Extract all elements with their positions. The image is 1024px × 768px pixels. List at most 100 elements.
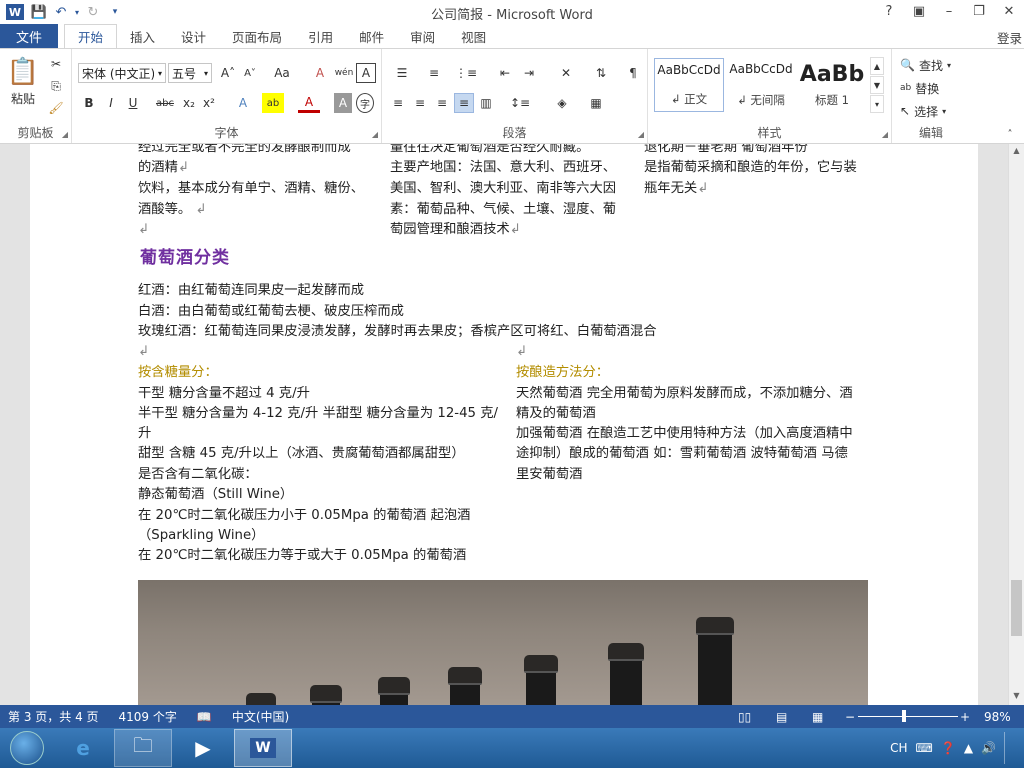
close-icon[interactable]: ✕ — [994, 0, 1024, 22]
align-left-icon[interactable]: ≡ — [388, 93, 408, 113]
sort-icon[interactable]: ⇅ — [590, 63, 612, 83]
styles-scroll-up-icon[interactable]: ▲ — [870, 57, 884, 75]
format-painter-icon[interactable]: 🖌 — [46, 99, 66, 117]
tab-file[interactable]: 文件 — [0, 24, 58, 48]
tab-insert[interactable]: 插入 — [117, 24, 168, 48]
strikethrough-button[interactable]: abc — [154, 93, 176, 113]
zoom-out-button[interactable]: − — [845, 710, 855, 724]
paste-button[interactable]: 粘贴 — [6, 89, 40, 107]
select-button[interactable]: ↖ 选择 ▾ — [900, 101, 964, 121]
paragraph-launcher-icon[interactable]: ◢ — [638, 130, 644, 139]
customize-toolbar-icon[interactable]: ▾ — [104, 1, 126, 23]
increase-indent-icon[interactable]: ⇥ — [518, 63, 540, 83]
tab-view[interactable]: 视图 — [448, 24, 499, 48]
italic-button[interactable]: I — [102, 93, 120, 113]
underline-button[interactable]: U — [124, 93, 142, 113]
style-normal[interactable]: AaBbCcDd ↲ 正文 — [654, 58, 724, 112]
restore-icon[interactable]: ❐ — [964, 0, 994, 22]
read-mode-icon[interactable]: ▯▯ — [738, 710, 751, 724]
copy-icon[interactable]: ⎘ — [46, 77, 66, 95]
bullets-icon[interactable]: ☰ — [388, 63, 416, 83]
tab-layout[interactable]: 页面布局 — [219, 24, 295, 48]
numbering-icon[interactable]: ≡ — [420, 63, 448, 83]
char-shading-button[interactable]: A — [334, 93, 352, 113]
save-icon[interactable]: 💾 — [28, 1, 50, 23]
bold-button[interactable]: B — [80, 93, 98, 113]
word-taskbar-icon[interactable]: W — [234, 729, 292, 767]
web-layout-icon[interactable]: ▦ — [812, 710, 823, 724]
media-player-icon[interactable]: ▶ — [174, 729, 232, 767]
page-count[interactable]: 第 3 页，共 4 页 — [8, 708, 99, 725]
align-center-icon[interactable]: ≡ — [410, 93, 430, 113]
ie-icon[interactable]: e — [54, 729, 112, 767]
scroll-down-icon[interactable]: ▼ — [1011, 691, 1022, 703]
show-marks-icon[interactable]: ¶ — [622, 63, 644, 83]
zoom-slider[interactable] — [858, 716, 958, 717]
style-no-spacing[interactable]: AaBbCcDd ↲ 无间隔 — [726, 58, 796, 112]
justify-icon[interactable]: ≡ — [454, 93, 474, 113]
print-layout-icon[interactable]: ▤ — [776, 710, 787, 724]
scroll-up-icon[interactable]: ▲ — [1011, 146, 1022, 158]
zoom-slider-thumb[interactable] — [902, 710, 906, 722]
font-launcher-icon[interactable]: ◢ — [372, 130, 378, 139]
paste-icon[interactable]: 📋 — [6, 55, 40, 89]
replace-button[interactable]: ab 替换 — [900, 78, 964, 98]
shrink-font-button[interactable]: A˅ — [240, 63, 260, 83]
scroll-thumb[interactable] — [1011, 580, 1022, 636]
char-border-button[interactable]: A — [356, 63, 376, 83]
ime-indicator[interactable]: CH — [890, 741, 907, 755]
clear-format-button[interactable]: A — [310, 63, 330, 83]
shading-icon[interactable]: ◈ — [548, 93, 576, 113]
distributed-icon[interactable]: ▥ — [476, 93, 496, 113]
proofing-icon[interactable]: 📖 — [197, 710, 212, 724]
cut-icon[interactable]: ✂ — [46, 55, 66, 73]
help-tray-icon[interactable]: ❓ — [941, 741, 956, 755]
login-link[interactable]: 登录 — [997, 28, 1022, 47]
start-button[interactable] — [2, 729, 52, 767]
phonetic-guide-button[interactable]: wén — [334, 63, 354, 83]
undo-dropdown-icon[interactable]: ▾ — [72, 1, 82, 23]
styles-launcher-icon[interactable]: ◢ — [882, 130, 888, 139]
ribbon-display-icon[interactable]: ▣ — [904, 0, 934, 22]
decrease-indent-icon[interactable]: ⇤ — [494, 63, 516, 83]
style-heading-1[interactable]: AaBb 标题 1 — [798, 58, 866, 112]
collapse-ribbon-icon[interactable]: ˄ — [1002, 127, 1018, 141]
language[interactable]: 中文(中国) — [232, 708, 289, 725]
word-count[interactable]: 4109 个字 — [119, 708, 177, 725]
multilevel-list-icon[interactable]: ⋮≡ — [452, 63, 480, 83]
zoom-in-button[interactable]: + — [960, 710, 970, 724]
align-right-icon[interactable]: ≡ — [432, 93, 452, 113]
enclose-char-button[interactable]: 字 — [356, 93, 374, 113]
tab-design[interactable]: 设计 — [168, 24, 219, 48]
highlight-button[interactable]: ab — [262, 93, 284, 113]
word-app-icon[interactable]: W — [6, 4, 24, 20]
document-page[interactable]: 经过完全或者不完全的发酵酿制而成 的酒精↲ 饮料，基本成分有单宁、酒精、糖份、 … — [30, 144, 978, 705]
tab-mailings[interactable]: 邮件 — [346, 24, 397, 48]
styles-more-icon[interactable]: ▾ — [870, 95, 884, 113]
vertical-scrollbar[interactable]: ▲ ▼ — [1008, 144, 1024, 705]
minimize-icon[interactable]: – — [934, 0, 964, 22]
wine-bottles-image[interactable] — [138, 580, 868, 705]
text-effects-button[interactable]: A — [232, 93, 254, 113]
keyboard-icon[interactable]: ⌨ — [916, 741, 933, 755]
borders-icon[interactable]: ▦ — [582, 93, 610, 113]
find-button[interactable]: 🔍 查找 ▾ — [900, 55, 964, 75]
subscript-button[interactable]: x₂ — [180, 93, 198, 113]
redo-icon[interactable]: ↻ — [82, 1, 104, 23]
grow-font-button[interactable]: A˄ — [218, 63, 238, 83]
styles-scroll-down-icon[interactable]: ▼ — [870, 76, 884, 94]
explorer-icon[interactable]: 🗀 — [114, 729, 172, 767]
line-spacing-icon[interactable]: ↕≡ — [506, 93, 534, 113]
tab-review[interactable]: 审阅 — [397, 24, 448, 48]
document-canvas[interactable]: 经过完全或者不完全的发酵酿制而成 的酒精↲ 饮料，基本成分有单宁、酒精、糖份、 … — [0, 144, 1008, 705]
change-case-button[interactable]: Aa — [268, 63, 296, 83]
chinese-layout-icon[interactable]: ✕ — [552, 63, 580, 83]
action-center-icon[interactable] — [1004, 732, 1016, 764]
tab-home[interactable]: 开始 — [64, 24, 118, 49]
tab-references[interactable]: 引用 — [295, 24, 346, 48]
font-family-combo[interactable]: 宋体 (中文正) ▾ — [78, 63, 166, 83]
help-button[interactable]: ? — [874, 0, 904, 22]
show-hidden-icon[interactable]: ▲ — [964, 741, 973, 755]
volume-icon[interactable]: 🔊 — [981, 741, 996, 755]
clipboard-launcher-icon[interactable]: ◢ — [62, 130, 68, 139]
